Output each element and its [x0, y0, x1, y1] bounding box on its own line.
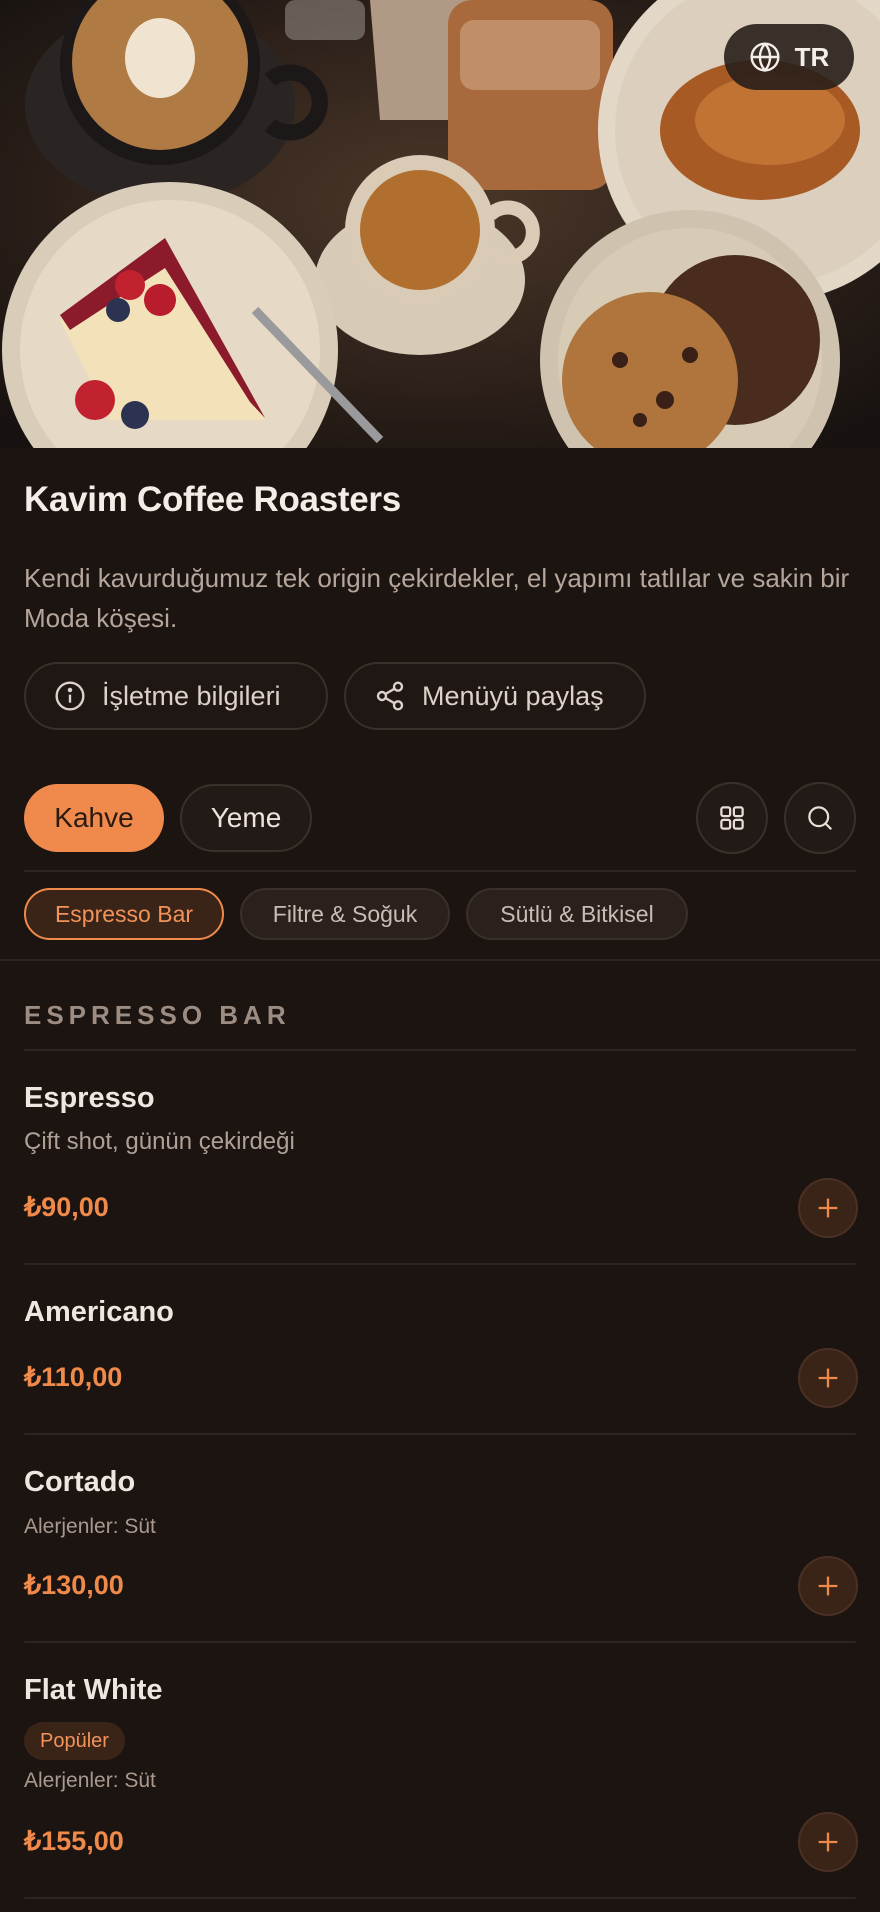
menu-item-name[interactable]: Espresso [24, 1082, 155, 1115]
menu-item-price: ₺155,00 [24, 1826, 124, 1856]
item-divider [24, 1433, 856, 1435]
section-title: ESPRESSO BAR [24, 1000, 291, 1030]
tab-yeme[interactable]: Yeme [180, 784, 312, 852]
plus-icon [818, 1576, 838, 1596]
chip-espresso-bar-label: Espresso Bar [54, 900, 194, 927]
add-to-cart-button[interactable] [798, 1348, 858, 1408]
item-divider [24, 1263, 856, 1265]
hero-image: TR [0, 0, 880, 448]
menu-item-name[interactable]: Flat White [24, 1674, 163, 1707]
share-icon [376, 681, 404, 711]
menu-item-subtitle: Çift shot, günün çekirdeği [24, 1128, 295, 1155]
language-label: TR [794, 41, 830, 72]
business-info-button[interactable]: İşletme bilgileri [24, 662, 328, 730]
plus-icon [818, 1832, 838, 1852]
tabs-divider [24, 870, 856, 872]
chip-sutlu-bitkisel-label: Sütlü & Bitkisel [500, 900, 654, 927]
section-divider [24, 1049, 856, 1051]
info-icon [55, 681, 85, 711]
grid-view-button[interactable] [696, 782, 768, 854]
item-divider [24, 1897, 856, 1899]
language-selector-button[interactable]: TR [724, 24, 854, 90]
add-to-cart-button[interactable] [798, 1556, 858, 1616]
menu-item-price: ₺110,00 [24, 1362, 123, 1392]
add-to-cart-button[interactable] [798, 1178, 858, 1238]
chip-filtre-soguk[interactable]: Filtre & Soğuk [240, 888, 450, 940]
menu-item-allergens: Alerjenler: Süt [24, 1769, 156, 1792]
search-icon [808, 806, 833, 831]
menu-item-name[interactable]: Cortado [24, 1466, 135, 1499]
chip-sutlu-bitkisel[interactable]: Sütlü & Bitkisel [466, 888, 688, 940]
globe-icon [750, 42, 780, 73]
tab-kahve[interactable]: Kahve [24, 784, 164, 852]
add-to-cart-button[interactable] [798, 1812, 858, 1872]
menu-item-name[interactable]: Americano [24, 1296, 174, 1329]
chip-filtre-soguk-label: Filtre & Soğuk [272, 900, 418, 927]
menu-item-price: ₺90,00 [24, 1192, 109, 1222]
item-divider [24, 1641, 856, 1643]
business-info-label: İşletme bilgileri [102, 680, 281, 711]
menu-item-allergens: Alerjenler: Süt [24, 1515, 156, 1538]
search-button[interactable] [784, 782, 856, 854]
share-menu-label: Menüyü paylaş [422, 680, 604, 711]
tab-yeme-label: Yeme [210, 802, 282, 833]
business-title: Kavim Coffee Roasters [24, 480, 401, 519]
tab-kahve-label: Kahve [54, 802, 134, 833]
share-menu-button[interactable]: Menüyü paylaş [344, 662, 646, 730]
chips-divider [0, 959, 880, 961]
grid-icon [720, 806, 744, 830]
chip-espresso-bar[interactable]: Espresso Bar [24, 888, 224, 940]
menu-item-price: ₺130,00 [24, 1570, 124, 1600]
popular-badge-label: Popüler [40, 1729, 109, 1752]
plus-icon [818, 1368, 838, 1388]
popular-badge: Popüler [24, 1722, 125, 1760]
plus-icon [818, 1198, 838, 1218]
business-description: Kendi kavurduğumuz tek origin çekirdekle… [24, 563, 850, 633]
